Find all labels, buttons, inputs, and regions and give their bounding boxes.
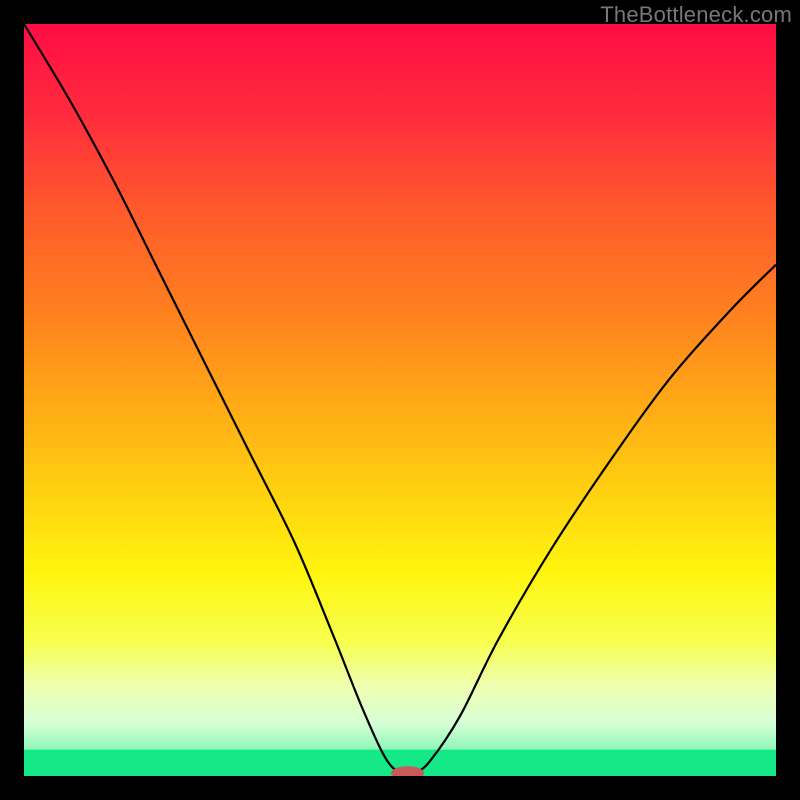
gradient-background bbox=[24, 24, 776, 776]
chart-frame: TheBottleneck.com bbox=[0, 0, 800, 800]
bottleneck-chart bbox=[24, 24, 776, 776]
plot-area bbox=[24, 24, 776, 776]
